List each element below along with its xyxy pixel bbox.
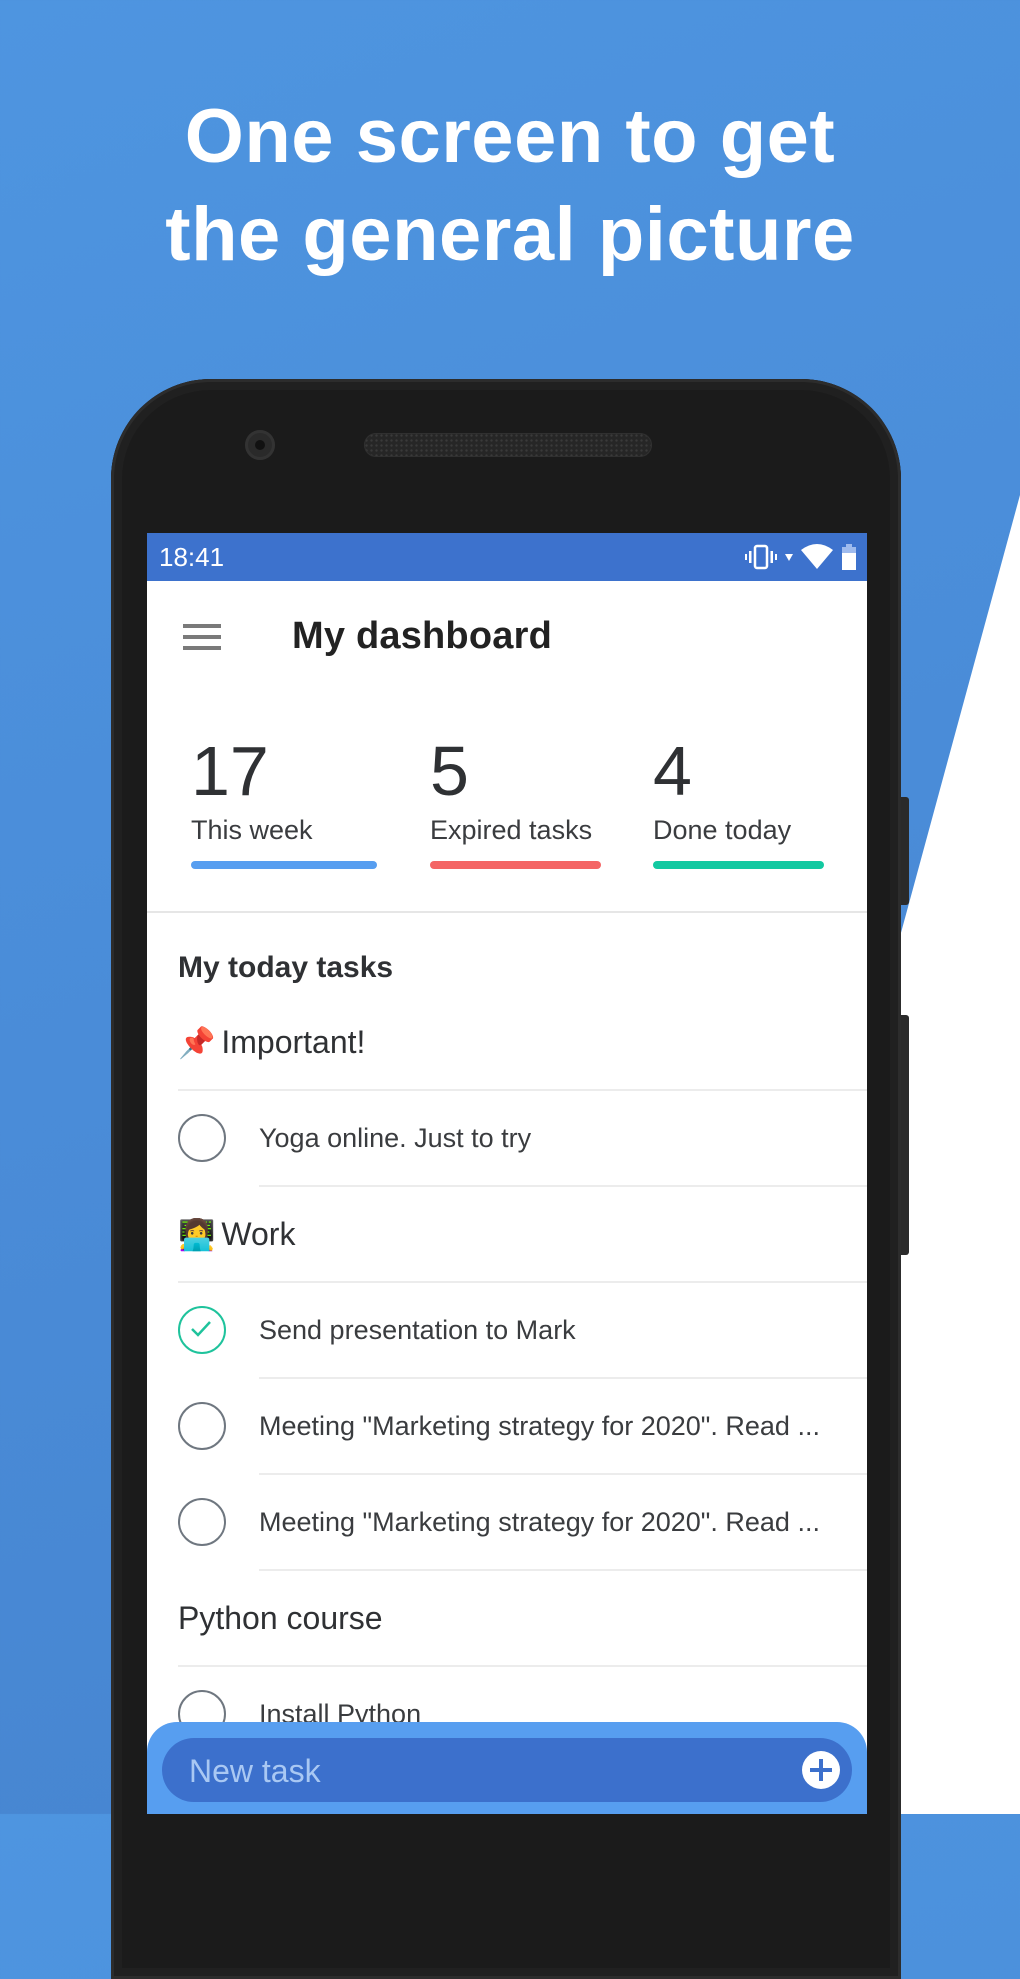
new-task-field[interactable] (162, 1738, 852, 1804)
stat-color-bar (191, 861, 377, 869)
stat-expired-tasks[interactable]: 5 Expired tasks (430, 731, 601, 869)
task-checkbox[interactable] (178, 1402, 226, 1450)
task-title: Yoga online. Just to try (259, 1123, 532, 1153)
battery-icon (841, 544, 857, 570)
task-row[interactable]: Yoga online. Just to try (147, 1090, 867, 1187)
task-title: Meeting "Marketing strategy for 2020". R… (259, 1507, 820, 1537)
group-header-python-course[interactable]: Python course (147, 1570, 867, 1667)
phone-power-button (900, 797, 909, 905)
task-row[interactable]: Send presentation to Mark (147, 1282, 867, 1379)
stat-color-bar (430, 861, 601, 869)
group-name: Important! (221, 1024, 366, 1060)
app-bar: My dashboard (147, 581, 867, 691)
stat-label: Done today (653, 815, 792, 845)
pushpin-icon: 📌 (178, 1027, 216, 1060)
promo-headline-line-2: the general picture (165, 192, 855, 277)
promo-headline: One screen to get the general picture (0, 88, 1020, 284)
stat-done-today[interactable]: 4 Done today (653, 731, 824, 869)
promo-headline-line-1: One screen to get (184, 94, 836, 179)
task-checkbox[interactable] (178, 1114, 226, 1162)
woman-technologist-icon: 👩‍💻 (178, 1219, 216, 1252)
task-row[interactable]: Meeting "Marketing strategy for 2020". R… (147, 1474, 867, 1571)
status-time: 18:41 (159, 542, 225, 572)
stat-label: Expired tasks (430, 815, 593, 845)
signal-arrow-icon (785, 552, 793, 562)
wifi-icon (801, 544, 833, 570)
stat-this-week[interactable]: 17 This week (191, 731, 377, 869)
status-bar: 18:41 (147, 533, 867, 581)
page-title: My dashboard (292, 615, 552, 657)
new-task-input[interactable] (187, 1738, 751, 1804)
task-checkbox[interactable] (178, 1498, 226, 1546)
stat-value: 17 (191, 732, 269, 810)
group-name: Python course (178, 1600, 383, 1636)
hamburger-menu-icon[interactable] (177, 621, 227, 655)
stat-color-bar (653, 861, 824, 869)
stat-label: This week (191, 815, 313, 845)
earpiece-speaker (364, 433, 652, 457)
new-task-panel (147, 1722, 867, 1814)
status-icons (745, 543, 857, 571)
phone-volume-button (900, 1015, 909, 1255)
vibrate-icon (745, 544, 777, 570)
phone-screen: 18:41 My dashboard 17 This week 5 Expire… (147, 533, 867, 1814)
stat-value: 5 (430, 732, 469, 810)
group-header-work[interactable]: 👩‍💻 Work (147, 1186, 867, 1283)
task-checkbox-checked[interactable] (178, 1306, 226, 1354)
plus-circle-icon[interactable] (802, 1751, 840, 1789)
group-header-important[interactable]: 📌 Important! (147, 994, 867, 1091)
stats-summary: 17 This week 5 Expired tasks 4 Done toda… (147, 691, 867, 913)
task-title: Meeting "Marketing strategy for 2020". R… (259, 1411, 820, 1441)
task-row[interactable]: Meeting "Marketing strategy for 2020". R… (147, 1378, 867, 1475)
front-camera-icon (245, 430, 275, 460)
stat-value: 4 (653, 732, 692, 810)
task-title: Send presentation to Mark (259, 1315, 576, 1345)
today-tasks-heading: My today tasks (178, 951, 394, 984)
checkmark-icon (191, 1321, 211, 1337)
group-name: Work (221, 1216, 296, 1252)
